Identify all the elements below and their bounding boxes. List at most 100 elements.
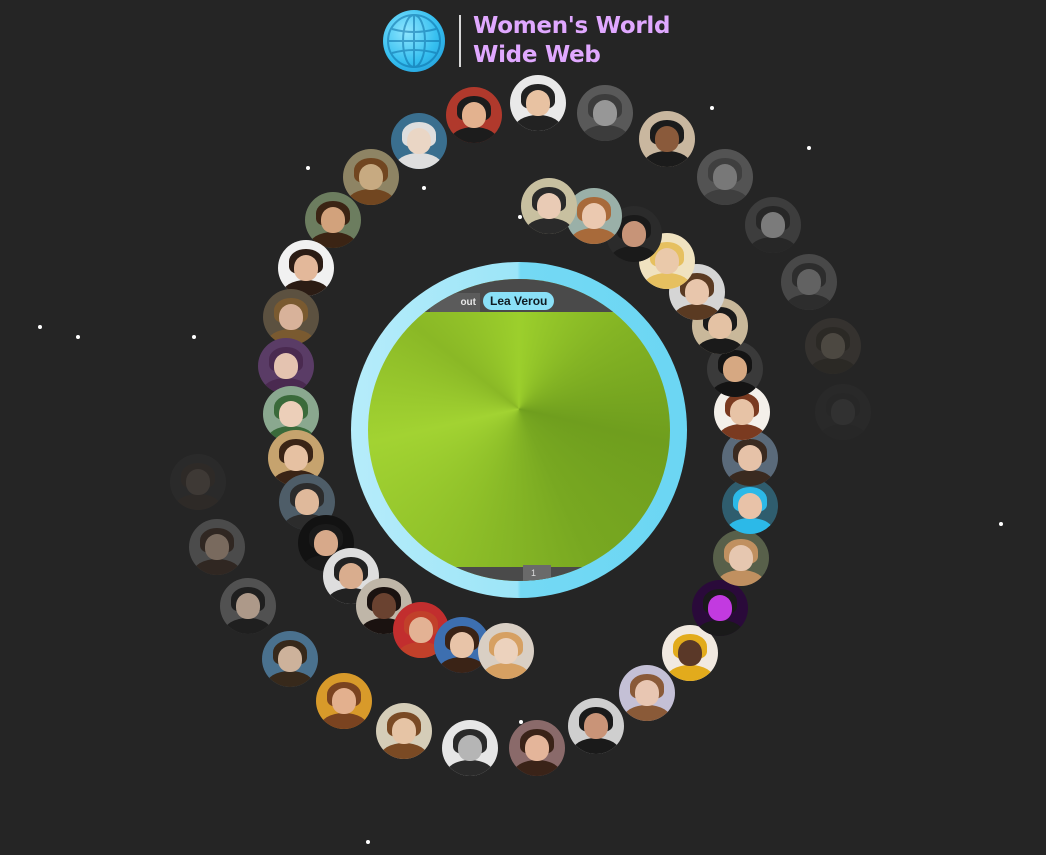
profile-avatar[interactable] [343, 149, 399, 205]
avatar-shoulders [570, 228, 618, 244]
profile-avatar[interactable] [263, 289, 319, 345]
avatar-shoulders [666, 665, 714, 681]
profile-avatar[interactable] [697, 149, 753, 205]
profile-avatar[interactable] [805, 318, 861, 374]
avatar-face [737, 445, 763, 471]
star-dot [519, 720, 523, 724]
avatar-shoulders [749, 237, 797, 253]
avatar-shoulders [581, 125, 629, 141]
profile-avatar[interactable] [568, 698, 624, 754]
avatar-shoulders [819, 424, 867, 440]
star-dot [999, 522, 1003, 526]
avatar-face [185, 469, 211, 495]
profile-avatar[interactable] [510, 75, 566, 131]
avatar-face [654, 248, 680, 274]
profile-avatar[interactable] [577, 85, 633, 141]
avatar-shoulders [701, 189, 749, 205]
avatar-face [712, 164, 738, 190]
avatar-face [320, 207, 346, 233]
preview-tab: out [430, 293, 480, 312]
star-dot [422, 186, 426, 190]
site-logo[interactable]: Women's World Wide Web [383, 10, 670, 72]
avatar-shoulders [224, 618, 272, 634]
avatar-face [391, 718, 417, 744]
avatar-face [408, 617, 434, 643]
featured-site-preview[interactable]: out 1 [368, 279, 670, 581]
avatar-shoulders [673, 304, 721, 320]
avatar-face [278, 304, 304, 330]
profile-avatar[interactable] [316, 673, 372, 729]
avatar-shoulders [623, 705, 671, 721]
featured-profile-ring[interactable]: out 1 [351, 262, 687, 598]
avatar-face [493, 638, 519, 664]
profile-avatar[interactable] [391, 113, 447, 169]
profile-avatar[interactable] [442, 720, 498, 776]
avatar-shoulders [450, 127, 498, 143]
profile-avatar[interactable] [815, 384, 871, 440]
preview-bottom-button[interactable]: 1 [523, 565, 551, 581]
avatar-shoulders [482, 663, 530, 679]
avatar-shoulders [380, 743, 428, 759]
profile-avatar[interactable] [220, 578, 276, 634]
profile-avatar[interactable] [781, 254, 837, 310]
profile-avatar[interactable] [692, 580, 748, 636]
avatar-shoulders [514, 115, 562, 131]
logo-title-line-2: Wide Web [473, 42, 601, 68]
avatar-shoulders [726, 470, 774, 486]
avatar-face [235, 593, 261, 619]
profile-avatar[interactable] [639, 111, 695, 167]
profile-avatar[interactable] [713, 530, 769, 586]
avatar-face [461, 102, 487, 128]
profile-avatar[interactable] [521, 178, 577, 234]
avatar-face [654, 126, 680, 152]
avatar-shoulders [726, 518, 774, 534]
profile-avatar[interactable] [305, 192, 361, 248]
logo-divider [459, 15, 461, 67]
avatar-shoulders [809, 358, 857, 374]
avatar-face [457, 735, 483, 761]
avatar-face [677, 640, 703, 666]
logo-title-line-1: Women's World [473, 13, 671, 39]
profile-avatar[interactable] [189, 519, 245, 575]
avatar-shoulders [711, 381, 759, 397]
avatar-face [331, 688, 357, 714]
profile-avatar[interactable] [446, 87, 502, 143]
avatar-shoulders [266, 671, 314, 687]
avatar-face [204, 534, 230, 560]
avatar-face [621, 221, 647, 247]
avatar-face [294, 489, 320, 515]
avatar-face [729, 399, 755, 425]
avatar-face [278, 401, 304, 427]
star-dot [306, 166, 310, 170]
profile-avatar[interactable] [722, 478, 778, 534]
avatar-shoulders [718, 424, 766, 440]
profile-avatar[interactable] [376, 703, 432, 759]
avatar-face [728, 545, 754, 571]
avatar-face [524, 735, 550, 761]
avatar-shoulders [717, 570, 765, 586]
avatar-face [722, 356, 748, 382]
avatar-face [338, 563, 364, 589]
avatar-shoulders [696, 620, 744, 636]
star-dot [192, 335, 196, 339]
profile-avatar[interactable] [262, 631, 318, 687]
avatar-shoulders [696, 338, 744, 354]
avatar-face [592, 100, 618, 126]
preview-bottom-bar: 1 [368, 565, 670, 581]
profile-avatar[interactable] [478, 623, 534, 679]
avatar-face [449, 632, 475, 658]
avatar-face [581, 203, 607, 229]
avatar-shoulders [193, 559, 241, 575]
star-dot [366, 840, 370, 844]
profile-avatar[interactable] [170, 454, 226, 510]
avatar-face [293, 255, 319, 281]
profile-avatar[interactable] [509, 720, 565, 776]
profile-avatar[interactable] [745, 197, 801, 253]
avatar-face [536, 193, 562, 219]
avatar-face [634, 680, 660, 706]
profile-avatar[interactable] [278, 240, 334, 296]
star-dot [38, 325, 42, 329]
avatar-face [830, 399, 856, 425]
avatar-shoulders [643, 151, 691, 167]
globe-icon [383, 10, 445, 72]
